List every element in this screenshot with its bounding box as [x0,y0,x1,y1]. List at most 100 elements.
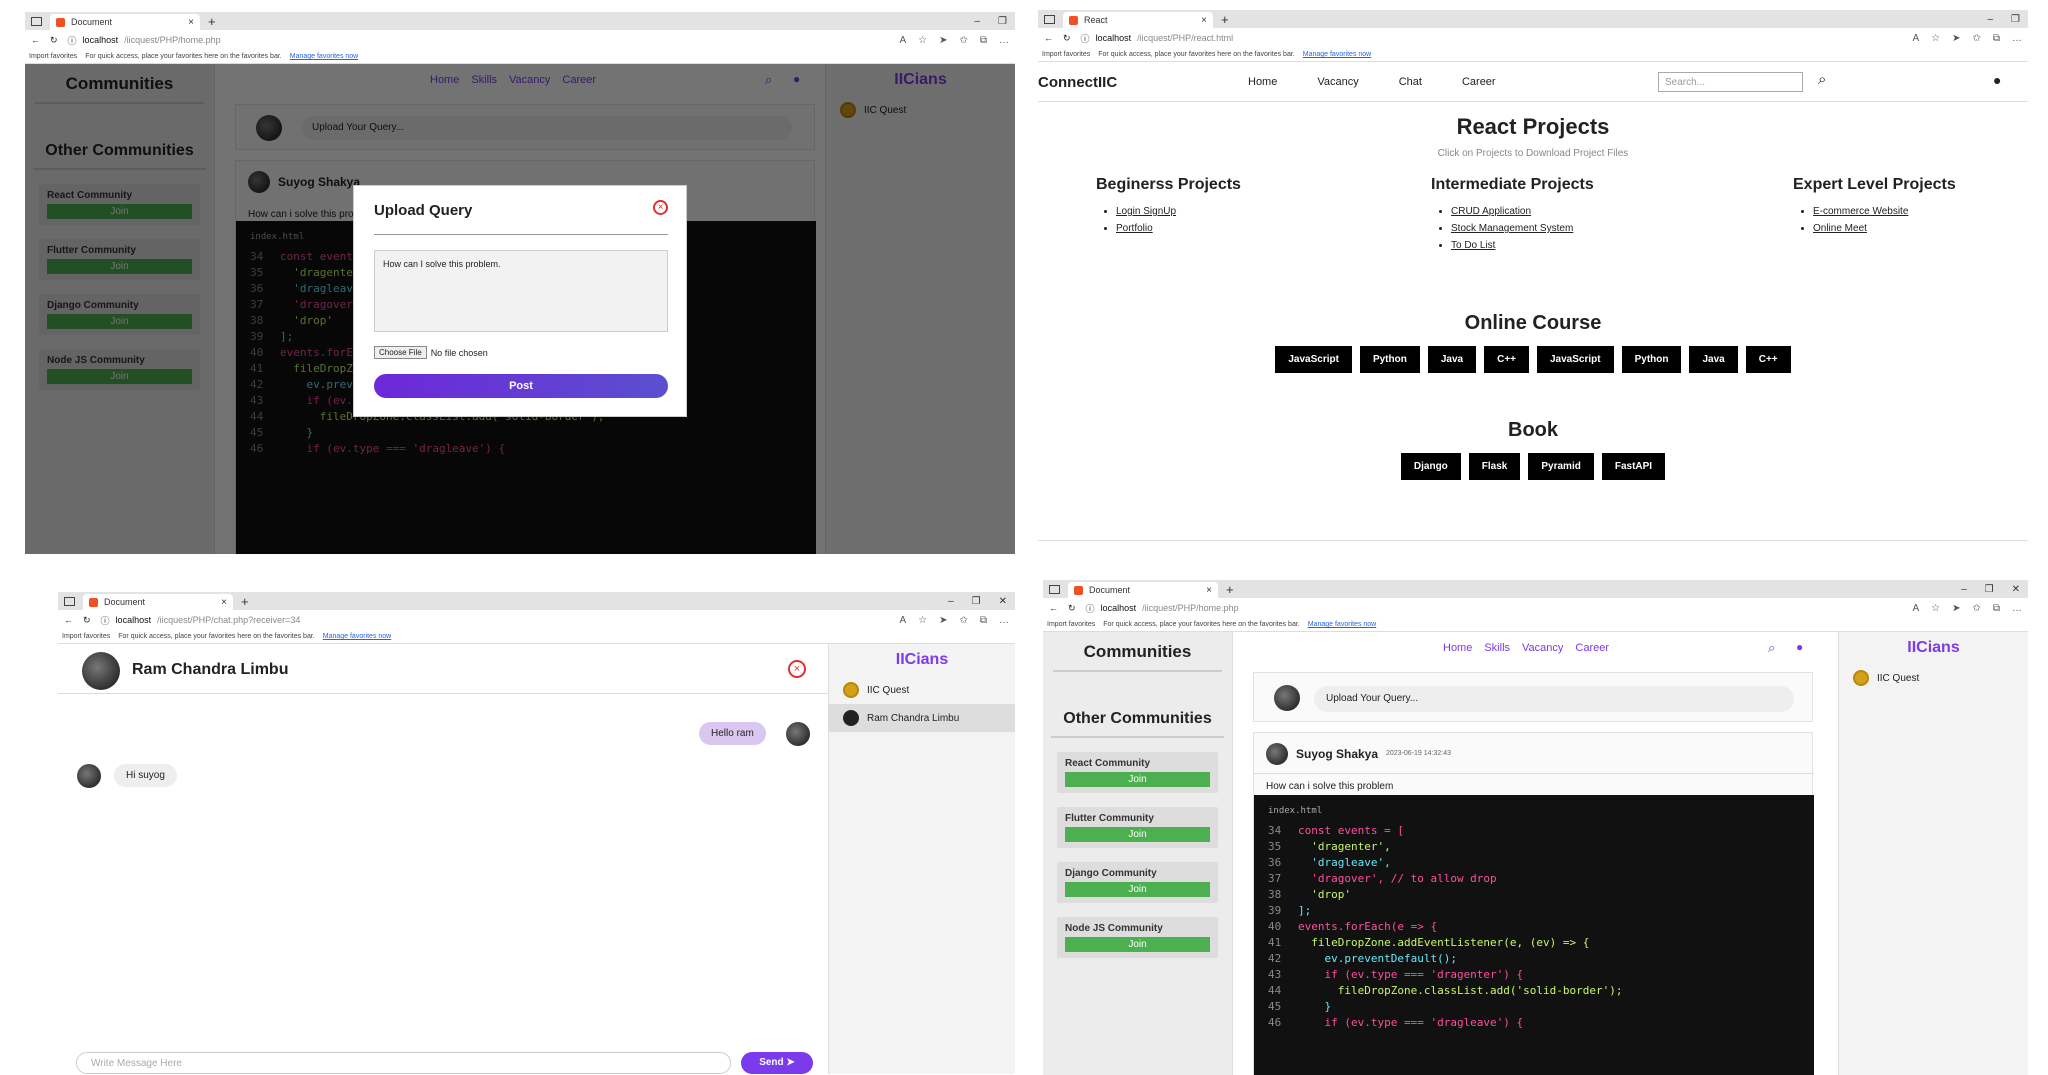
nav-home[interactable]: Home [1443,642,1472,654]
project-link[interactable]: Portfolio [1116,223,1241,234]
upload-query-input[interactable]: Upload Your Query... [1314,686,1794,712]
browser-tab[interactable]: Document × [50,14,200,30]
more-icon[interactable]: … [999,615,1009,626]
join-button[interactable]: Join [1065,827,1210,842]
back-icon[interactable]: ← [1049,603,1058,613]
join-button[interactable]: Join [1065,937,1210,952]
project-link[interactable]: Online Meet [1813,223,1956,234]
send-button[interactable]: Send ➤ [741,1052,813,1074]
new-tab-icon[interactable]: + [1221,12,1229,27]
nav-chat[interactable]: Chat [1399,76,1422,88]
favorites-icon[interactable]: ✩ [959,615,967,626]
new-tab-icon[interactable]: + [1226,582,1234,597]
restore-icon[interactable]: ❐ [998,16,1007,27]
refresh-icon[interactable]: ↻ [1063,33,1071,44]
collections-icon[interactable]: ⧉ [980,615,987,626]
back-icon[interactable]: ← [1044,33,1053,43]
star-icon[interactable]: ☆ [918,35,927,46]
book-button[interactable]: Flask [1468,453,1521,480]
close-icon[interactable]: × [788,660,806,678]
course-button[interactable]: Python [1621,346,1682,373]
read-aloud-icon[interactable]: A [899,615,906,626]
project-link[interactable]: To Do List [1451,240,1594,251]
back-icon[interactable]: ← [31,35,40,45]
project-link[interactable]: Stock Management System [1451,223,1594,234]
post-button[interactable]: Post [374,374,668,398]
book-button[interactable]: FastAPI [1601,453,1666,480]
brand-logo[interactable]: ConnectIIC [1038,74,1117,91]
extension-icon[interactable]: ➤ [1952,33,1960,44]
extension-icon[interactable]: ➤ [939,35,947,46]
project-link[interactable]: CRUD Application [1451,206,1594,217]
star-icon[interactable]: ☆ [918,615,927,626]
user-list-item-active[interactable]: Ram Chandra Limbu [829,704,1015,732]
tab-close-icon[interactable]: × [1206,585,1212,596]
user-icon[interactable]: ● [1796,640,1803,654]
user-icon[interactable]: ● [1993,72,2001,88]
window-menu-icon[interactable] [1044,14,1055,24]
browser-tab[interactable]: Document × [1068,582,1218,598]
tab-close-icon[interactable]: × [221,597,227,608]
star-icon[interactable]: ☆ [1931,33,1940,44]
book-button[interactable]: Pyramid [1528,453,1594,480]
minimize-icon[interactable]: – [1961,584,1967,595]
minimize-icon[interactable]: – [1987,14,1993,25]
refresh-icon[interactable]: ↻ [83,615,91,626]
manage-favorites-link[interactable]: Manage favorites now [323,633,391,640]
course-button[interactable]: JavaScript [1537,346,1614,373]
close-window-icon[interactable]: ✕ [2012,584,2020,595]
search-icon[interactable]: ⌕ [1768,640,1775,656]
course-button[interactable]: Java [1689,346,1738,373]
query-textarea[interactable]: How can I solve this problem. [374,250,668,332]
more-icon[interactable]: … [2012,33,2022,44]
minimize-icon[interactable]: – [948,596,954,607]
extension-icon[interactable]: ➤ [939,615,947,626]
nav-career[interactable]: Career [1462,76,1496,88]
restore-icon[interactable]: ❐ [972,596,981,607]
project-link[interactable]: E-commerce Website [1813,206,1956,217]
manage-favorites-link[interactable]: Manage favorites now [1308,621,1376,628]
course-button[interactable]: C++ [1484,346,1529,373]
nav-skills[interactable]: Skills [1484,642,1510,654]
manage-favorites-link[interactable]: Manage favorites now [290,53,358,60]
refresh-icon[interactable]: ↻ [50,35,58,46]
project-link[interactable]: Login SignUp [1116,206,1241,217]
choose-file-button[interactable]: Choose File [374,346,427,359]
window-menu-icon[interactable] [1049,584,1060,594]
favorites-icon[interactable]: ✩ [1972,603,1980,614]
join-button[interactable]: Join [1065,772,1210,787]
read-aloud-icon[interactable]: A [899,35,906,46]
import-favorites[interactable]: Import favorites [62,633,110,640]
browser-tab[interactable]: Document × [83,594,233,610]
course-button[interactable]: C++ [1745,346,1791,373]
url-field[interactable]: ⓘ localhost/iicquest/PHP/react.html [1081,32,1903,45]
refresh-icon[interactable]: ↻ [1068,603,1076,614]
extension-icon[interactable]: ➤ [1952,603,1960,614]
course-button[interactable]: Python [1359,346,1420,373]
tab-close-icon[interactable]: × [1201,15,1207,26]
join-button[interactable]: Join [1065,882,1210,897]
favorites-icon[interactable]: ✩ [1972,33,1980,44]
search-input[interactable]: Search... [1658,72,1803,92]
window-menu-icon[interactable] [64,596,75,606]
collections-icon[interactable]: ⧉ [1993,603,2000,614]
url-field[interactable]: ⓘ localhost/iicquest/PHP/home.php [68,34,890,47]
more-icon[interactable]: … [999,35,1009,46]
more-icon[interactable]: … [2012,603,2022,614]
course-button[interactable]: Java [1427,346,1477,373]
back-icon[interactable]: ← [64,615,73,625]
restore-icon[interactable]: ❐ [1985,584,1994,595]
import-favorites[interactable]: Import favorites [29,53,77,60]
nav-vacancy[interactable]: Vacancy [1522,642,1563,654]
collections-icon[interactable]: ⧉ [1993,33,2000,44]
nav-career[interactable]: Career [1575,642,1609,654]
window-menu-icon[interactable] [31,16,42,26]
course-button[interactable]: JavaScript [1275,346,1352,373]
import-favorites[interactable]: Import favorites [1042,51,1090,58]
collections-icon[interactable]: ⧉ [980,35,987,46]
close-window-icon[interactable]: ✕ [999,596,1007,607]
user-list-item[interactable]: IIC Quest [829,676,1015,704]
import-favorites[interactable]: Import favorites [1047,621,1095,628]
nav-home[interactable]: Home [1248,76,1277,88]
minimize-icon[interactable]: – [974,16,980,27]
